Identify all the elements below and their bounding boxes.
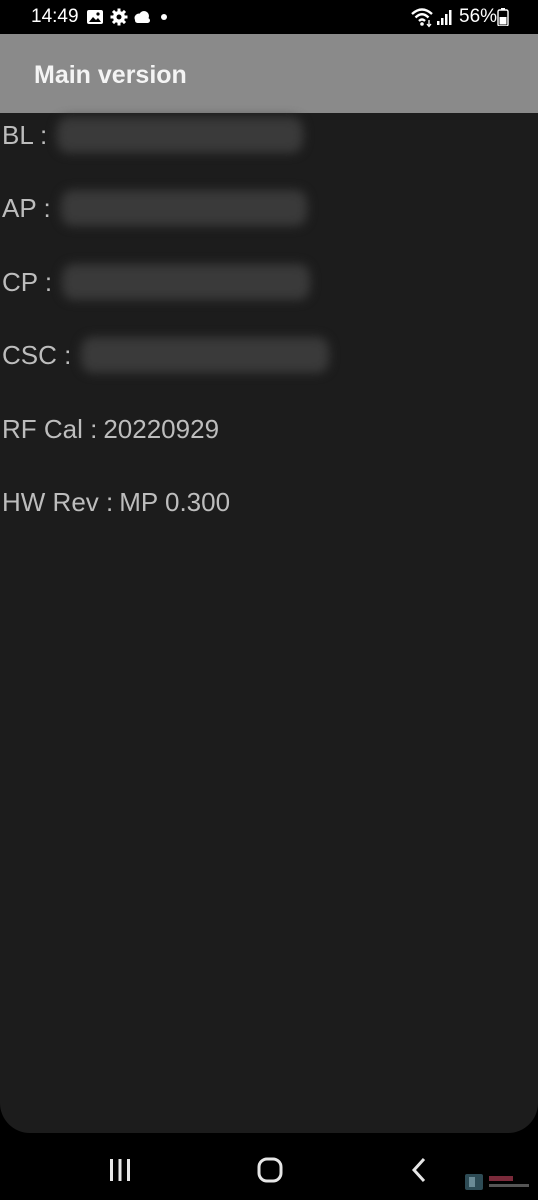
version-info-list: BL : AP : CP : CSC : RF Cal : 20220929 H…	[0, 113, 538, 1133]
bl-value-redacted	[57, 117, 304, 153]
cloud-icon	[134, 11, 150, 23]
cp-row: CP :	[2, 262, 311, 302]
watermark-logo	[465, 1174, 529, 1190]
rf-cal-label: RF Cal :	[2, 413, 98, 444]
back-icon[interactable]	[405, 1155, 435, 1185]
ap-label: AP :	[2, 192, 51, 223]
cp-label: CP :	[2, 266, 53, 297]
recent-apps-icon[interactable]	[105, 1155, 135, 1185]
bl-row: BL :	[2, 115, 304, 155]
hw-rev-label: HW Rev :	[2, 486, 114, 517]
status-time: 14:49	[31, 6, 79, 27]
csc-row: CSC :	[2, 335, 330, 375]
page-title: Main version	[34, 61, 187, 89]
navigation-bar	[0, 1133, 538, 1200]
battery-percent: 56%	[459, 6, 498, 27]
bl-label: BL :	[2, 119, 48, 150]
rf-cal-value: 20220929	[103, 413, 220, 444]
home-icon[interactable]	[255, 1155, 285, 1185]
dot-icon	[161, 14, 167, 20]
hw-rev-value: MP 0.300	[119, 486, 231, 517]
cp-value-redacted	[62, 264, 311, 300]
signal-icon	[437, 10, 452, 25]
status-bar: 14:49 56%	[0, 0, 538, 34]
hw-rev-row: HW Rev : MP 0.300	[2, 482, 230, 522]
settings-icon	[110, 8, 128, 26]
ap-value-redacted	[60, 190, 307, 226]
battery-icon	[497, 8, 509, 26]
ap-row: AP :	[2, 188, 307, 228]
csc-label: CSC :	[2, 339, 72, 370]
csc-value-redacted	[81, 337, 330, 373]
wifi-icon	[411, 8, 433, 28]
app-bar: Main version	[0, 34, 538, 113]
rf-cal-row: RF Cal : 20220929	[2, 409, 219, 449]
gallery-icon	[87, 10, 103, 24]
